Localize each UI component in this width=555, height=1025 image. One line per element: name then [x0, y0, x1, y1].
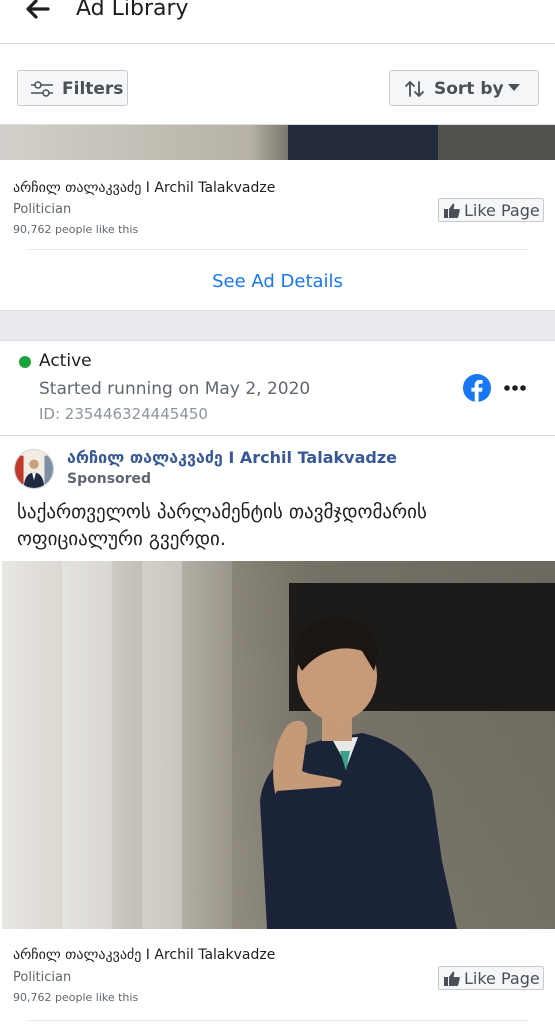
filters-label: Filters — [62, 79, 124, 99]
thumbs-up-icon — [444, 971, 460, 986]
like-page-button[interactable]: Like Page — [438, 966, 544, 990]
sort-by-button[interactable]: Sort by — [389, 70, 539, 106]
ad-body-text: საქართველოს პარლამენტის თავმჯდომარის ოფი… — [17, 501, 427, 550]
page-likes: 90,762 people like this — [13, 991, 139, 1004]
ad-status: Active — [39, 351, 92, 371]
sort-by-label: Sort by — [434, 79, 504, 99]
ad-start-date: Started running on May 2, 2020 — [39, 379, 311, 399]
thumbs-up-icon — [444, 203, 460, 218]
previous-ad-image — [0, 125, 555, 160]
filter-bar: Filters Sort by — [0, 44, 555, 125]
avatar[interactable] — [14, 449, 54, 489]
see-ad-details-link[interactable]: See Ad Details — [0, 271, 555, 292]
divider — [28, 1020, 528, 1021]
advertiser-name[interactable]: არჩილ თალაკვაძე I Archil Talakvadze — [67, 448, 397, 467]
more-horizontal-icon[interactable] — [502, 375, 528, 401]
divider — [28, 249, 528, 250]
caret-down-icon — [508, 84, 520, 91]
divider — [0, 435, 555, 436]
previous-ad-card: არჩილ თალაკვაძე I Archil Talakvadze Poli… — [0, 125, 555, 311]
ad-id: ID: 235446324445450 — [39, 405, 208, 423]
page-category: Politician — [13, 970, 72, 985]
ad-card: Active Started running on May 2, 2020 ID… — [0, 340, 555, 1025]
page-category: Politician — [13, 202, 72, 217]
sliders-icon — [31, 81, 53, 97]
sort-arrows-icon — [405, 81, 424, 97]
page-likes: 90,762 people like this — [13, 223, 139, 236]
like-page-button[interactable]: Like Page — [438, 198, 544, 222]
ad-image[interactable] — [2, 561, 555, 929]
arrow-left-icon[interactable] — [22, 0, 52, 24]
page-title: Ad Library — [76, 0, 189, 21]
page-name[interactable]: არჩილ თალაკვაძე I Archil Talakvadze — [13, 947, 275, 963]
facebook-icon — [463, 374, 491, 402]
like-page-label: Like Page — [464, 201, 540, 220]
page-name[interactable]: არჩილ თალაკვაძე I Archil Talakvadze — [13, 180, 275, 196]
filters-button[interactable]: Filters — [17, 70, 128, 106]
like-page-label: Like Page — [464, 969, 540, 988]
top-bar: Ad Library — [0, 0, 555, 44]
active-status-dot — [19, 356, 31, 368]
sponsored-label: Sponsored — [67, 471, 152, 487]
